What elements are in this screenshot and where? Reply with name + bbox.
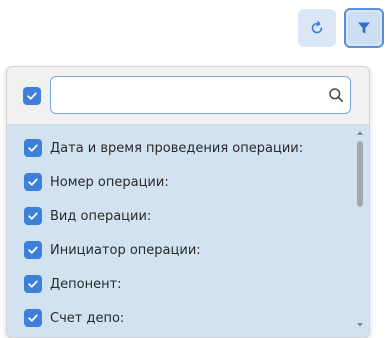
item-checkbox[interactable]	[24, 241, 42, 259]
checkmark-icon	[28, 314, 38, 322]
scroll-down-arrow-icon[interactable]	[356, 321, 364, 329]
item-checkbox[interactable]	[24, 309, 42, 327]
item-label: Счет депо:	[50, 310, 125, 326]
checkmark-icon	[28, 178, 38, 186]
filter-icon	[358, 22, 370, 34]
item-checkbox[interactable]	[24, 139, 42, 157]
checkmark-icon	[28, 280, 38, 288]
select-all-checkbox[interactable]	[23, 87, 41, 105]
scroll-up-arrow-icon[interactable]	[356, 129, 364, 137]
refresh-icon	[311, 21, 323, 34]
filter-button[interactable]	[344, 8, 384, 48]
checkmark-icon	[27, 92, 37, 100]
checkmark-icon	[28, 212, 38, 220]
list-item[interactable]: Счет депо:	[7, 301, 352, 335]
item-checkbox[interactable]	[24, 207, 42, 225]
column-list: Дата и время проведения операции: Номер …	[7, 125, 369, 337]
filter-button-inner	[348, 12, 380, 44]
refresh-button[interactable]	[298, 9, 336, 47]
list-item[interactable]: Депонент:	[7, 267, 352, 301]
search-icon[interactable]	[328, 87, 344, 103]
item-checkbox[interactable]	[24, 173, 42, 191]
checkmark-icon	[28, 246, 38, 254]
filter-panel-header	[7, 67, 369, 125]
list-item[interactable]: Номер операции:	[7, 165, 352, 199]
checkmark-icon	[28, 144, 38, 152]
item-label: Депонент:	[50, 276, 122, 292]
scrollbar-thumb[interactable]	[357, 141, 363, 207]
search-field[interactable]	[50, 76, 351, 114]
list-scrollbar[interactable]	[355, 125, 365, 337]
search-input[interactable]	[59, 83, 323, 109]
item-label: Номер операции:	[50, 174, 169, 190]
item-label: Дата и время проведения операции:	[50, 140, 304, 156]
item-label: Инициатор операции:	[50, 242, 201, 258]
item-label: Вид операции:	[50, 208, 152, 224]
filter-panel: Дата и время проведения операции: Номер …	[6, 66, 370, 338]
list-item[interactable]: Инициатор операции:	[7, 233, 352, 267]
list-item[interactable]: Дата и время проведения операции:	[7, 131, 352, 165]
list-item[interactable]: Вид операции:	[7, 199, 352, 233]
item-checkbox[interactable]	[24, 275, 42, 293]
